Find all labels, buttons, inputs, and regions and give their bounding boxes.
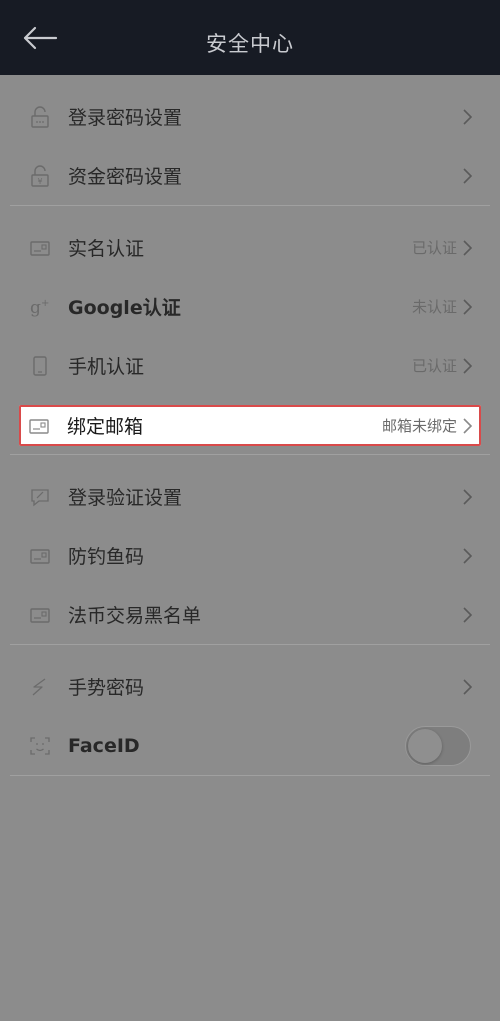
- list-item-gesture-password[interactable]: 手势密码: [10, 657, 490, 716]
- id-card-icon: [29, 545, 51, 567]
- page-title: 安全中心: [206, 32, 294, 56]
- svg-text:g: g: [30, 298, 41, 318]
- item-status: 未认证: [411, 298, 457, 316]
- item-label: FaceID: [68, 734, 140, 757]
- chevron-right-icon: [461, 107, 475, 127]
- chevron-right-icon: [461, 487, 475, 507]
- chevron-right-icon: [461, 297, 475, 317]
- settings-group-security: 登录验证设置 防钓鱼码 法币交易黑名单: [10, 467, 490, 645]
- item-label: 登录验证设置: [68, 487, 183, 509]
- lock-icon: [29, 105, 51, 128]
- svg-text:+: +: [41, 298, 49, 309]
- chevron-right-icon: [461, 416, 475, 436]
- list-item-login-password[interactable]: 登录密码设置: [10, 87, 490, 146]
- faceid-toggle[interactable]: [405, 725, 471, 766]
- settings-group-biometric: 手势密码 FaceID: [10, 657, 490, 776]
- gesture-icon: [29, 676, 51, 698]
- chevron-right-icon: [461, 605, 475, 625]
- list-item-fiat-blacklist[interactable]: 法币交易黑名单: [10, 585, 490, 644]
- toggle-knob: [408, 728, 442, 763]
- list-item-phone-auth[interactable]: 手机认证 已认证: [10, 336, 490, 395]
- item-label: 登录密码设置: [68, 107, 183, 129]
- chevron-right-icon: [461, 356, 475, 376]
- id-card-icon: [29, 604, 51, 626]
- list-item-google-auth[interactable]: g + Google认证 未认证: [10, 277, 490, 336]
- item-label: 防钓鱼码: [68, 546, 145, 568]
- item-status: 已认证: [411, 239, 457, 257]
- item-label: 实名认证: [68, 238, 145, 260]
- settings-group-verification: 实名认证 已认证 g + Google认证 未认证 手机认证 已认证 绑定邮箱 …: [10, 218, 490, 455]
- chevron-right-icon: [461, 166, 475, 186]
- list-item-realname[interactable]: 实名认证 已认证: [10, 218, 490, 277]
- id-card-icon: [29, 237, 51, 259]
- item-label: Google认证: [68, 297, 181, 319]
- id-card-icon: [28, 415, 50, 437]
- item-label: 手势密码: [68, 677, 145, 699]
- list-item-login-verify[interactable]: 登录验证设置: [10, 467, 490, 526]
- lock-icon: ¥: [29, 164, 51, 187]
- list-item-fund-password[interactable]: ¥ 资金密码设置: [10, 146, 490, 205]
- app-header: 安全中心: [0, 0, 500, 75]
- svg-text:¥: ¥: [37, 177, 42, 186]
- item-status: 已认证: [411, 357, 457, 375]
- item-label: 手机认证: [68, 356, 145, 378]
- item-label: 绑定邮箱: [67, 416, 144, 438]
- chevron-right-icon: [461, 677, 475, 697]
- verify-icon: [29, 486, 51, 508]
- settings-list: 登录密码设置 ¥ 资金密码设置 实名认证 已认证 g + Google认证 未认…: [0, 75, 500, 1021]
- list-item-faceid: FaceID: [10, 716, 490, 775]
- item-status: 邮箱未绑定: [381, 417, 457, 435]
- chevron-right-icon: [461, 546, 475, 566]
- item-label: 资金密码设置: [68, 166, 183, 188]
- google-plus-icon: g +: [29, 296, 51, 318]
- chevron-right-icon: [461, 238, 475, 258]
- face-id-icon: [29, 735, 51, 757]
- settings-group-password: 登录密码设置 ¥ 资金密码设置: [10, 87, 490, 206]
- list-item-bind-email[interactable]: 绑定邮箱 邮箱未绑定: [19, 405, 481, 446]
- item-label: 法币交易黑名单: [68, 605, 202, 627]
- list-item-anti-phishing[interactable]: 防钓鱼码: [10, 526, 490, 585]
- phone-icon: [29, 355, 51, 377]
